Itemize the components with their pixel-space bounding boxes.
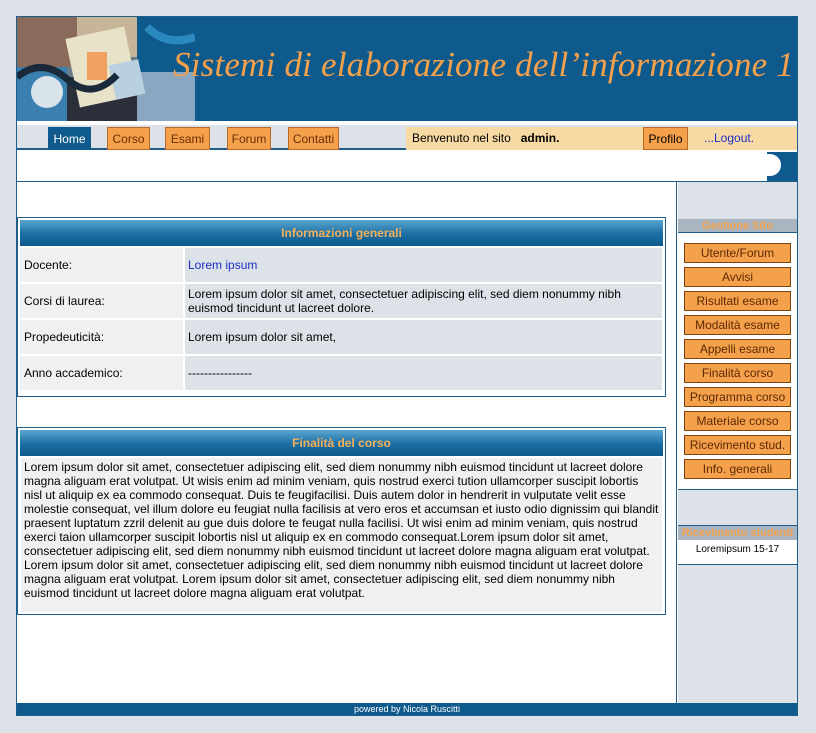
reception-title: Ricevimento studenti [678, 526, 797, 540]
banner-curve [757, 154, 781, 176]
info-value: Lorem ipsum [185, 248, 662, 282]
admin-btn-utente-forum[interactable]: Utente/Forum [684, 243, 791, 263]
admin-btn-programma-corso[interactable]: Programma corso [684, 387, 791, 407]
nav-esami[interactable]: Esami [165, 127, 210, 150]
info-row-propedeuticita: Propedeuticità: Lorem ipsum dolor sit am… [20, 320, 662, 354]
aims-text: Lorem ipsum dolor sit amet, consectetuer… [21, 458, 662, 612]
info-row-docente: Docente: Lorem ipsum [20, 248, 662, 282]
sidebar: Gestione Sito Utente/Forum Avvisi Risult… [678, 182, 797, 703]
info-value: Lorem ipsum dolor sit amet, consectetuer… [185, 284, 662, 318]
username: admin. [520, 131, 560, 145]
nav-forum[interactable]: Forum [227, 127, 271, 150]
info-label: Anno accademico: [20, 356, 183, 390]
info-value: Lorem ipsum dolor sit amet, [185, 320, 662, 354]
sub-banner [17, 152, 797, 182]
page-frame: Sistemi di elaborazione dell’informazion… [16, 16, 798, 716]
admin-btn-materiale-corso[interactable]: Materiale corso [684, 411, 791, 431]
main-nav: Home Corso Esami Forum Contatti Benvenut… [17, 125, 797, 150]
nav-corso[interactable]: Corso [107, 127, 150, 150]
admin-btn-risultati-esame[interactable]: Risultati esame [684, 291, 791, 311]
welcome-text: Benvenuto nel sito [412, 131, 511, 145]
admin-btn-finalita-corso[interactable]: Finalità corso [684, 363, 791, 383]
aims-panel: Finalità del corso Lorem ipsum dolor sit… [17, 427, 666, 615]
main-content: Informazioni generali Docente: Lorem ips… [17, 182, 677, 703]
admin-btn-appelli-esame[interactable]: Appelli esame [684, 339, 791, 359]
info-value: ---------------- [185, 356, 662, 390]
site-title: Sistemi di elaborazione dell’informazion… [173, 45, 795, 84]
aims-panel-title: Finalità del corso [20, 430, 663, 456]
info-panel: Informazioni generali Docente: Lorem ips… [17, 217, 666, 397]
admin-btn-ricevimento-stud[interactable]: Ricevimento stud. [684, 435, 791, 455]
profile-button[interactable]: Profilo [643, 127, 688, 150]
nav-home[interactable]: Home [48, 127, 91, 150]
info-panel-title: Informazioni generali [20, 220, 663, 246]
site-logo [17, 17, 195, 121]
info-label: Propedeuticità: [20, 320, 183, 354]
info-row-anno: Anno accademico: ---------------- [20, 356, 662, 390]
admin-btn-info-generali[interactable]: Info. generali [684, 459, 791, 479]
info-label: Corsi di laurea: [20, 284, 183, 318]
info-row-corsi: Corsi di laurea: Lorem ipsum dolor sit a… [20, 284, 662, 318]
docente-link[interactable]: Lorem ipsum [188, 258, 257, 272]
reception-box: Ricevimento studenti Loremipsum 15-17 [678, 525, 797, 565]
info-label: Docente: [20, 248, 183, 282]
admin-section-title: Gestione Sito [678, 219, 797, 233]
reception-hours: Loremipsum 15-17 [695, 544, 780, 555]
admin-btn-avvisi[interactable]: Avvisi [684, 267, 791, 287]
welcome-message: Benvenuto nel sito admin. [406, 127, 643, 150]
site-header: Sistemi di elaborazione dell’informazion… [17, 17, 797, 121]
nav-contatti[interactable]: Contatti [288, 127, 339, 150]
admin-btn-modalita-esame[interactable]: Modalità esame [684, 315, 791, 335]
admin-menu: Utente/Forum Avvisi Risultati esame Moda… [678, 232, 797, 490]
footer: powered by Nicola Ruscitti [17, 703, 797, 715]
logout-link[interactable]: ...Logout. [688, 127, 797, 150]
